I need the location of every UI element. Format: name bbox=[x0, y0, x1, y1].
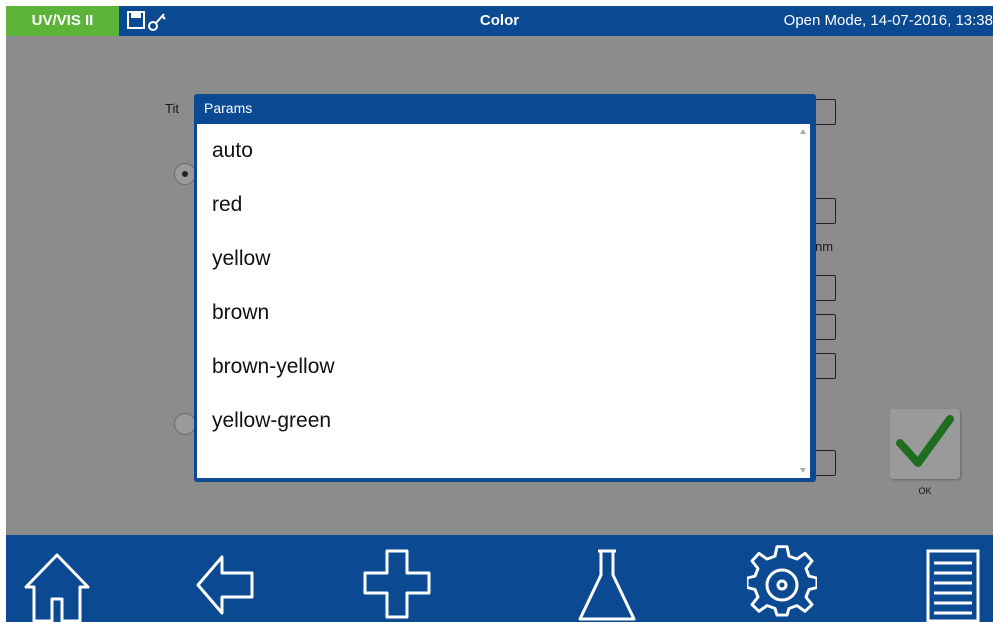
settings-button[interactable] bbox=[745, 545, 819, 622]
checkmark-icon bbox=[896, 415, 954, 467]
list-item-brown[interactable]: brown bbox=[197, 286, 810, 340]
page-title: Color bbox=[479, 12, 520, 29]
dialog-title: Params bbox=[204, 100, 253, 116]
unit-label: nm bbox=[815, 239, 834, 254]
key-icon[interactable] bbox=[148, 13, 166, 31]
toolbar-icons bbox=[126, 10, 186, 32]
app-brand: UV/VIS II bbox=[6, 6, 119, 36]
bottom-nav bbox=[6, 535, 993, 622]
params-list[interactable]: auto red yellow brown brown-yellow yello… bbox=[197, 124, 810, 478]
list-icon bbox=[926, 549, 980, 622]
flask-button[interactable] bbox=[572, 545, 642, 622]
radio-dot bbox=[182, 171, 188, 177]
app-window: UV/VIS II Color Open Mode, 14-07-2016, 1… bbox=[6, 6, 993, 622]
params-dialog: Params auto red yellow brown brown-yello… bbox=[194, 94, 816, 482]
home-icon bbox=[24, 553, 90, 622]
home-button[interactable] bbox=[22, 545, 92, 622]
list-item-yellow[interactable]: yellow bbox=[197, 232, 810, 286]
radio-option-2[interactable] bbox=[174, 413, 196, 435]
ok-button[interactable] bbox=[890, 409, 960, 479]
title-label: Tit bbox=[165, 101, 179, 116]
top-bar: UV/VIS II Color Open Mode, 14-07-2016, 1… bbox=[6, 6, 993, 36]
menu-button[interactable] bbox=[918, 545, 988, 622]
scroll-up-arrow-icon[interactable] bbox=[800, 129, 806, 134]
scroll-down-arrow-icon[interactable] bbox=[800, 468, 806, 473]
add-button[interactable] bbox=[362, 545, 432, 622]
list-item-brown-yellow[interactable]: brown-yellow bbox=[197, 340, 810, 394]
gear-icon bbox=[745, 545, 819, 617]
list-item-yellow-green[interactable]: yellow-green bbox=[197, 394, 810, 448]
flask-icon bbox=[578, 549, 636, 621]
list-item-auto[interactable]: auto bbox=[197, 124, 810, 178]
back-arrow-icon bbox=[196, 555, 254, 615]
ok-label: OK bbox=[918, 486, 932, 496]
save-icon[interactable] bbox=[127, 11, 145, 29]
list-item-red[interactable]: red bbox=[197, 178, 810, 232]
back-button[interactable] bbox=[192, 545, 262, 622]
status-text: Open Mode, 14-07-2016, 13:38 bbox=[783, 12, 993, 29]
plus-icon bbox=[363, 549, 431, 619]
radio-option-1[interactable] bbox=[174, 163, 196, 185]
